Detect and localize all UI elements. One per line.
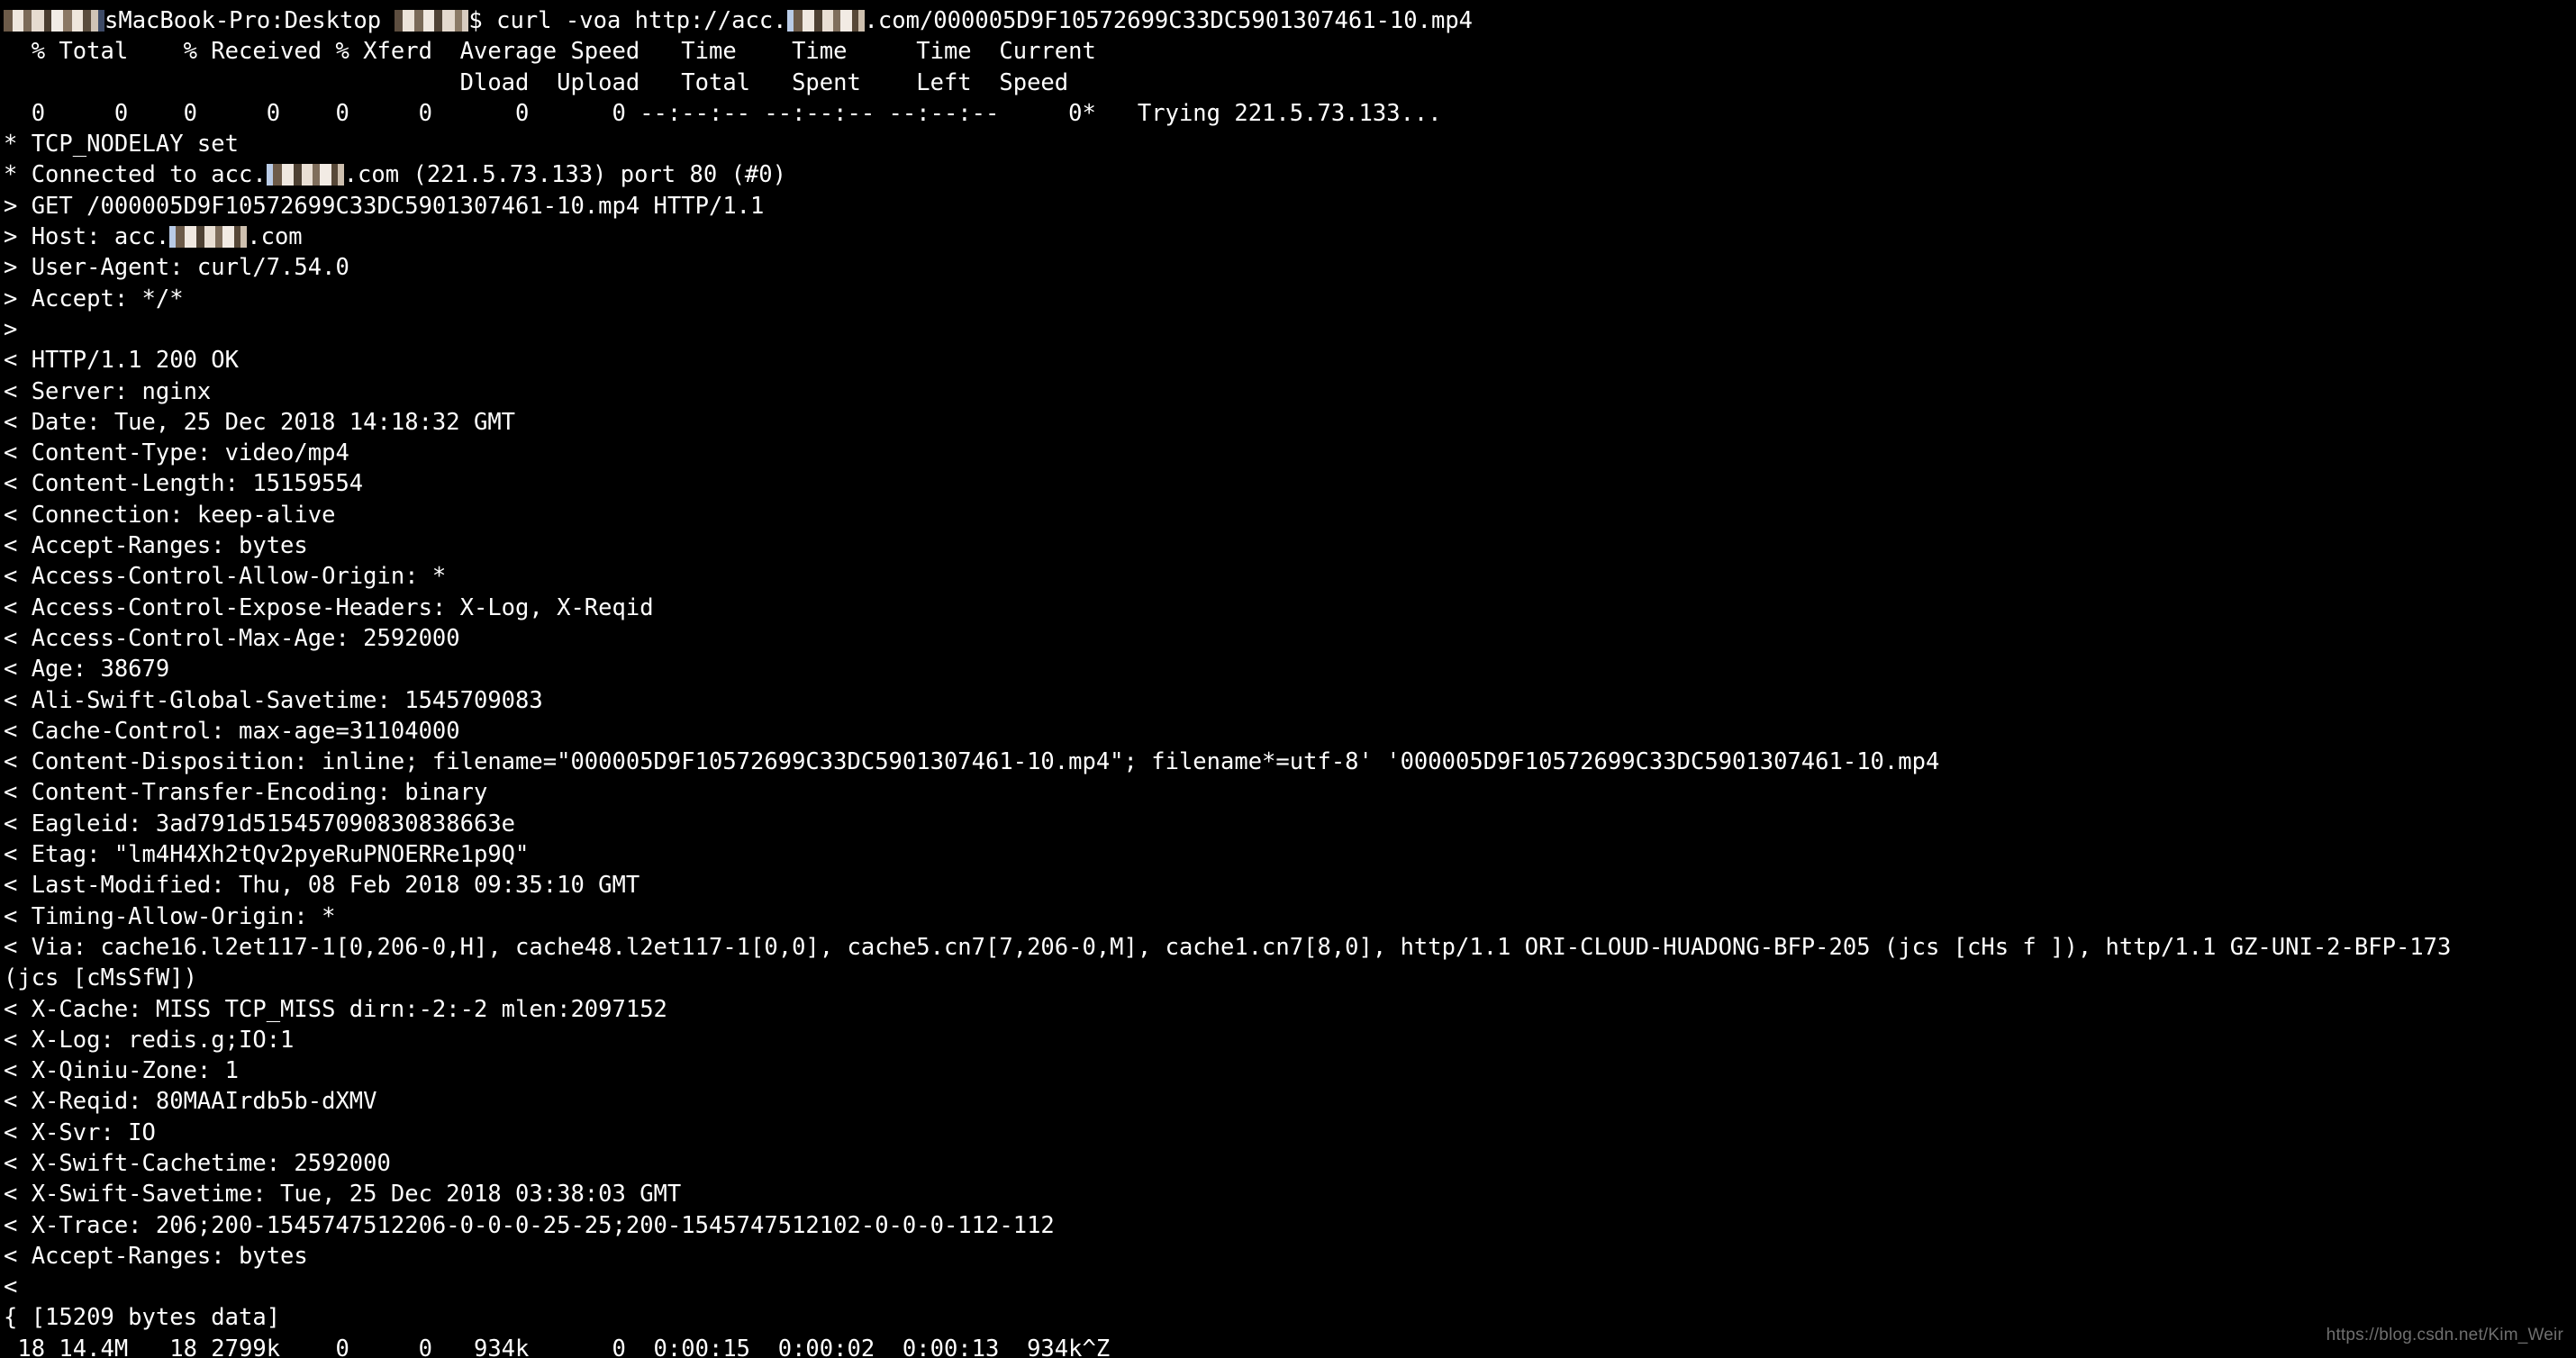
terminal-line: < Content-Length: 15159554 [4,470,364,498]
terminal-line: < Accept-Ranges: bytes [4,532,308,560]
verbose-log-body: * TCP_NODELAY set * Connected to acc. .com… [0,129,2576,1358]
terminal-line: < Etag: "lm4H4Xh2tQv2pyeRuPNOERRe1p9Q" [4,841,530,869]
terminal-line: < Access-Control-Max-Age: 2592000 [4,624,460,652]
terminal-line: < HTTP/1.1 200 OK [4,347,239,375]
terminal-line: < X-Reqid: 80MAAIrdb5b-dXMV [4,1088,377,1116]
terminal-line: * Connected to acc. .com (221.5.73.133) p… [0,159,2576,190]
progress-header-row-1: % Total % Received % Xferd Average Speed… [4,38,1096,66]
prompt-dollar: $ [468,7,483,34]
terminal-line: < Timing-Allow-Origin: * [4,902,336,930]
terminal-line: > User-Agent: curl/7.54.0 [4,254,349,282]
terminal-line: < Content-Transfer-Encoding: binary [4,779,488,807]
terminal-line: < Connection: keep-alive [4,501,336,529]
domain-redaction-block [169,226,248,249]
terminal-line: < Content-Disposition: inline; filename=… [4,748,1940,776]
terminal-line: < X-Qiniu-Zone: 1 [4,1057,239,1085]
terminal-line: 18 14.4M 18 2799k 0 0 934k 0 0:00:15 0:0… [4,1335,1111,1358]
terminal-line-segment: .com (221.5.73.133) port 80 (#0) [343,161,786,189]
terminal-line: > GET /000005D9F10572699C33DC5901307461-… [4,192,765,220]
terminal-window[interactable]: sMacBook-Pro:Desktop $ curl -voa http://… [0,0,2576,1358]
curl-command-text: curl -voa http://acc. [496,7,787,34]
terminal-line: < X-Svr: IO [4,1118,156,1146]
terminal-line: > Accept: */* [4,285,184,312]
terminal-line: > [4,315,18,343]
terminal-line: * TCP_NODELAY set [4,131,239,158]
terminal-line: < Cache-Control: max-age=31104000 [4,717,460,745]
progress-row-initial: 0 0 0 0 0 0 0 0 --:--:-- --:--:-- --:--:… [4,99,1442,127]
terminal-line: < Access-Control-Expose-Headers: X-Log, … [4,593,654,621]
username-redaction-block [4,10,104,32]
terminal-line: < Age: 38679 [4,656,170,684]
progress-header-row-2: Dload Upload Total Spent Left Speed [4,68,1069,96]
terminal-line: < X-Trace: 206;200-1545747512206-0-0-0-2… [4,1211,1055,1239]
user-redaction-block [395,10,469,32]
terminal-line: < Date: Tue, 25 Dec 2018 14:18:32 GMT [4,408,516,436]
terminal-line: (jcs [cMsSfW]) [4,964,197,992]
terminal-line: < Content-Type: video/mp4 [4,439,349,467]
domain-redaction-block [786,10,865,32]
terminal-line: < Eagleid: 3ad791d515457090830838663e [4,810,516,837]
url-tail-text: .com/000005D9F10572699C33DC5901307461-10… [864,7,1474,34]
terminal-line: < X-Swift-Cachetime: 2592000 [4,1149,391,1177]
shell-prompt-line: sMacBook-Pro:Desktop $ curl -voa http://… [0,5,2576,36]
terminal-line: < Last-Modified: Thu, 08 Feb 2018 09:35:… [4,872,640,900]
terminal-line: < Accept-Ranges: bytes [4,1242,308,1270]
terminal-line: < Server: nginx [4,377,212,405]
hostname-text: sMacBook-Pro:Desktop [104,7,382,34]
terminal-line: < X-Swift-Savetime: Tue, 25 Dec 2018 03:… [4,1181,682,1209]
terminal-line: < Ali-Swift-Global-Savetime: 1545709083 [4,686,543,714]
terminal-line: > Host: acc. .com [0,222,2576,252]
terminal-line: < Via: cache16.l2et117-1[0,206-0,H], cac… [4,933,2452,961]
watermark-text: https://blog.csdn.net/Kim_Weir [2326,1325,2563,1344]
terminal-line-segment: .com [247,223,303,251]
domain-redaction-block [266,164,344,186]
terminal-line: < X-Cache: MISS TCP_MISS dirn:-2:-2 mlen… [4,995,667,1023]
terminal-line-segment: * Connected to acc. [4,161,267,189]
prompt-gap [381,7,395,34]
terminal-line: < [4,1273,18,1301]
terminal-line: < Access-Control-Allow-Origin: * [4,563,447,591]
terminal-line: < X-Log: redis.g;IO:1 [4,1026,295,1054]
terminal-line-segment: > Host: acc. [4,223,170,251]
terminal-line: { [15209 bytes data] [4,1304,281,1332]
